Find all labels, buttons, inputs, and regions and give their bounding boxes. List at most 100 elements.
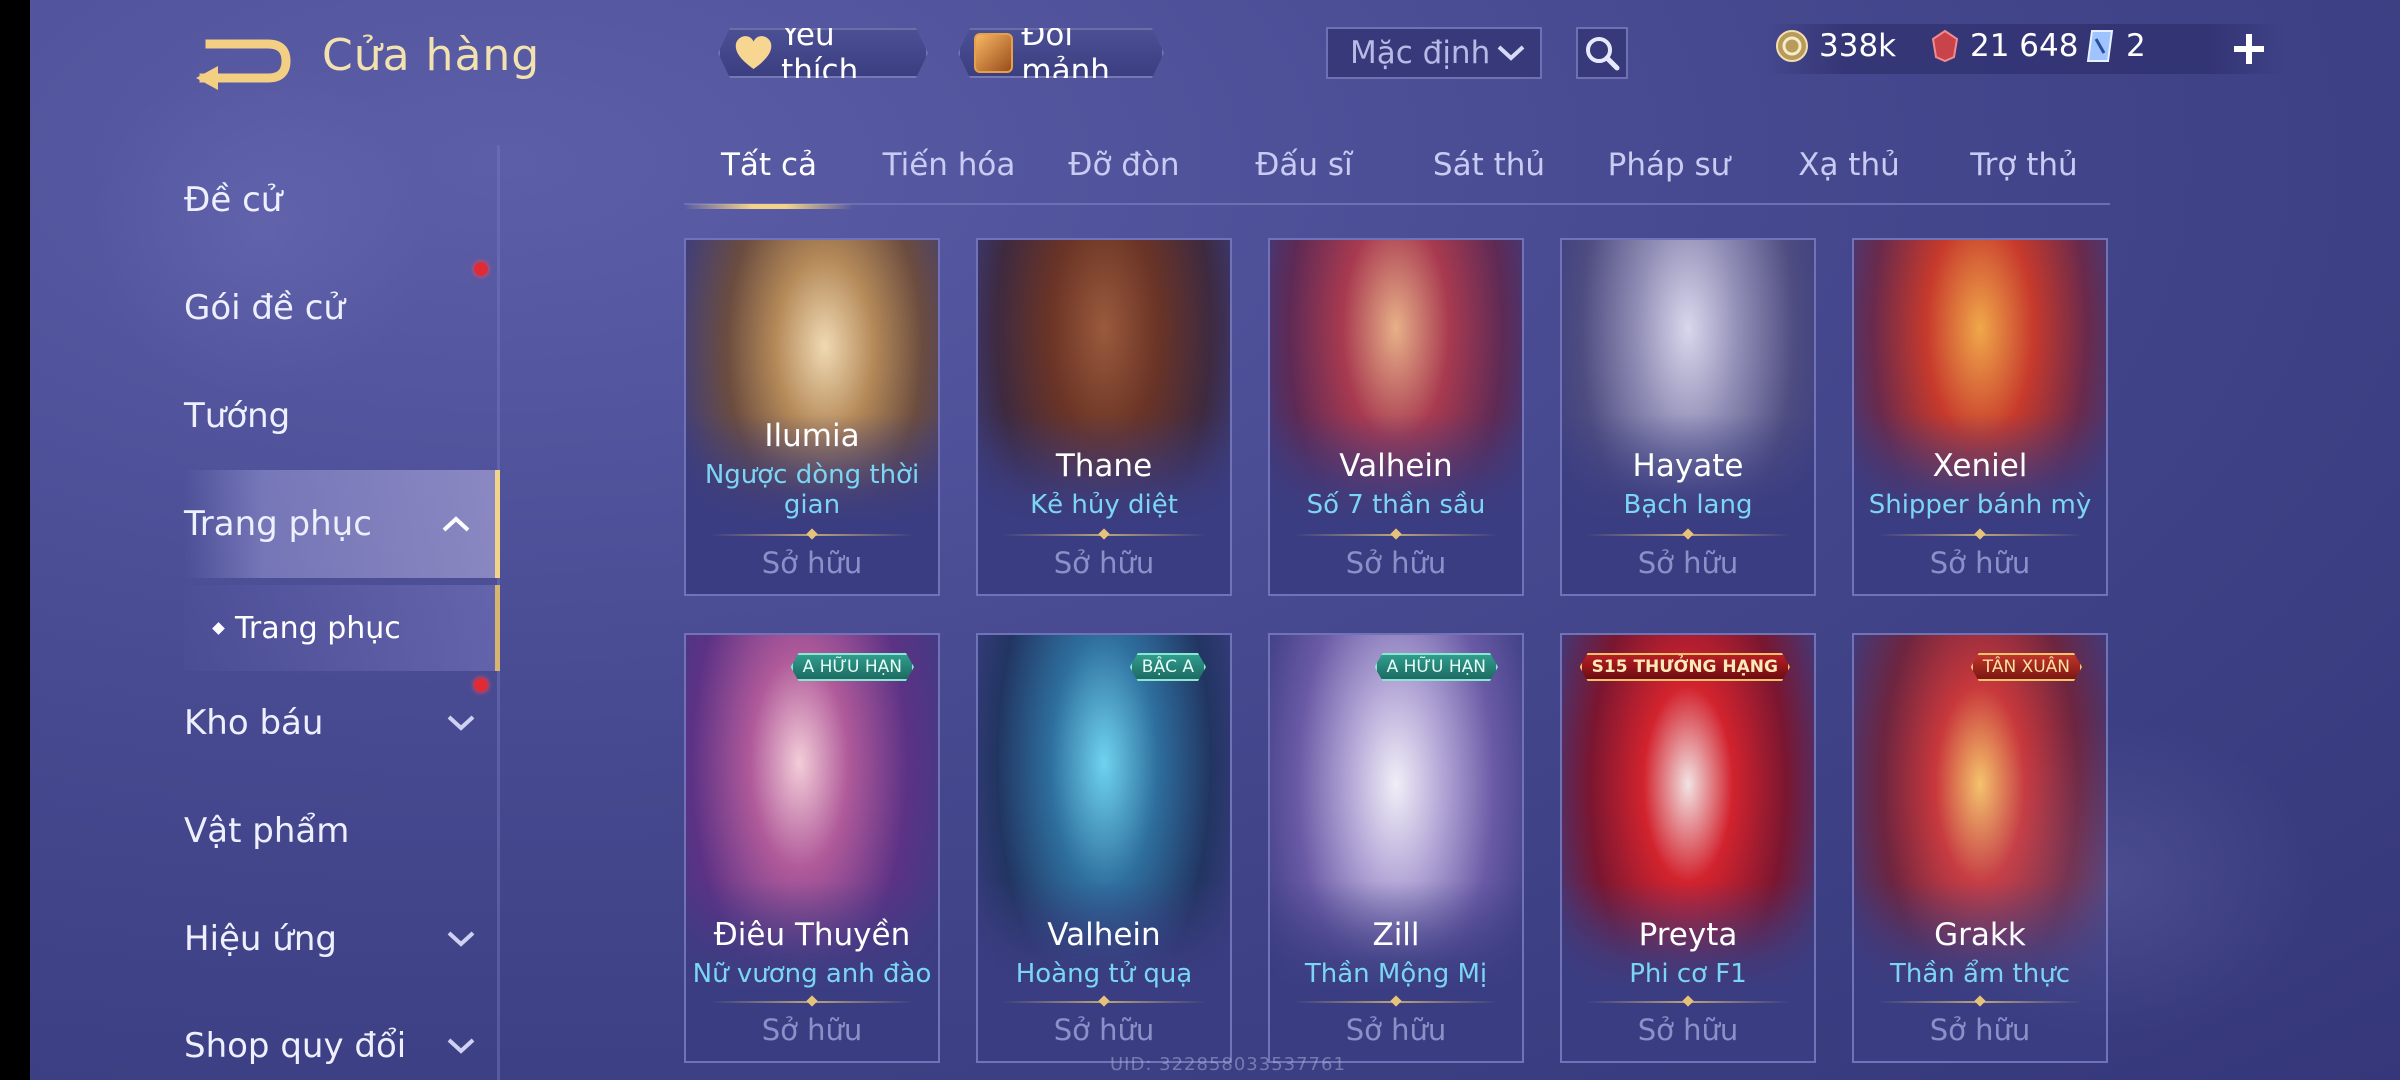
shop-screen: Cửa hàng Yêu thích Đổi mảnh Mặc định 338… bbox=[30, 0, 2400, 1080]
hero-name: Grakk bbox=[1934, 917, 2026, 953]
role-tabs: Tất cả Tiến hóa Đỡ đòn Đấu sĩ Sát thủ Ph… bbox=[684, 145, 2110, 209]
sidebar-item-label: Trang phục bbox=[184, 504, 372, 544]
card-divider bbox=[1294, 534, 1498, 536]
chevron-up-icon bbox=[441, 509, 471, 539]
hero-name: Valhein bbox=[1339, 448, 1453, 484]
user-id-text: UID: 322858033537761 bbox=[1110, 1054, 1346, 1075]
chevron-down-icon bbox=[446, 708, 476, 738]
shard-exchange-button[interactable]: Đổi mảnh bbox=[958, 28, 1164, 78]
skin-name: Nữ vương anh đào bbox=[692, 959, 932, 989]
skin-card[interactable]: A HỮU HẠN Điêu Thuyền Nữ vương anh đào S… bbox=[684, 633, 940, 1063]
hero-name: Ilumia bbox=[764, 418, 860, 454]
hero-name: Hayate bbox=[1632, 448, 1744, 484]
season-badge: S15 THƯỞNG HẠNG bbox=[1580, 653, 1790, 681]
skin-card[interactable]: Valhein Số 7 thần sầu Sở hữu bbox=[1268, 238, 1524, 596]
ruby-amount: 21 648 bbox=[1970, 28, 2079, 64]
voucher-amount: 2 bbox=[2126, 28, 2146, 64]
owned-status: Sở hữu bbox=[1345, 546, 1447, 580]
plus-icon bbox=[2234, 34, 2264, 64]
skin-name: Ngược dòng thời gian bbox=[704, 460, 920, 520]
favorites-label: Yêu thích bbox=[781, 17, 859, 89]
tab-tank[interactable]: Đỡ đòn bbox=[1044, 145, 1204, 205]
hero-name: Valhein bbox=[1047, 917, 1161, 953]
hero-name: Zill bbox=[1372, 917, 1420, 953]
card-divider bbox=[1878, 534, 2082, 536]
heart-icon bbox=[734, 33, 773, 73]
skin-card[interactable]: Xeniel Shipper bánh mỳ Sở hữu bbox=[1852, 238, 2108, 596]
skin-name: Bạch lang bbox=[1623, 490, 1753, 520]
sidebar-item-label: Vật phẩm bbox=[184, 811, 350, 851]
card-divider bbox=[1586, 534, 1790, 536]
sidebar-item-items[interactable]: Vật phẩm bbox=[184, 791, 500, 871]
skin-card[interactable]: BẬC A Valhein Hoàng tử quạ Sở hữu bbox=[976, 633, 1232, 1063]
hero-name: Preyta bbox=[1638, 917, 1738, 953]
card-divider bbox=[710, 1001, 914, 1003]
skin-name: Phi cơ F1 bbox=[1629, 959, 1747, 989]
sidebar-item-label: Shop quy đổi bbox=[184, 1026, 407, 1066]
skin-card[interactable]: Hayate Bạch lang Sở hữu bbox=[1560, 238, 1816, 596]
tab-assassin[interactable]: Sát thủ bbox=[1404, 145, 1574, 205]
search-button[interactable] bbox=[1576, 27, 1628, 79]
skin-card[interactable]: Ilumia Ngược dòng thời gian Sở hữu bbox=[684, 238, 940, 596]
ruby-gem-icon bbox=[1931, 29, 1959, 63]
sort-dropdown[interactable]: Mặc định bbox=[1326, 27, 1542, 79]
tab-mage[interactable]: Pháp sư bbox=[1584, 145, 1754, 205]
chevron-down-icon bbox=[1497, 45, 1525, 61]
tier-badge: BẬC A bbox=[1130, 653, 1206, 681]
sidebar-item-label: Gói đề cử bbox=[184, 288, 345, 328]
owned-status: Sở hữu bbox=[761, 546, 863, 580]
skin-name: Hoàng tử quạ bbox=[1015, 959, 1193, 989]
skin-card[interactable]: A HỮU HẠN Zill Thần Mộng Mị Sở hữu bbox=[1268, 633, 1524, 1063]
back-button[interactable] bbox=[190, 28, 300, 94]
ruby-balance: 21 648 bbox=[1930, 28, 2078, 64]
owned-status: Sở hữu bbox=[1053, 546, 1155, 580]
skin-name: Thần ẩm thực bbox=[1889, 959, 2070, 989]
card-divider bbox=[1586, 1001, 1790, 1003]
sidebar-item-heroes[interactable]: Tướng bbox=[184, 376, 500, 456]
owned-status: Sở hữu bbox=[1637, 1013, 1739, 1047]
voucher-icon bbox=[2086, 30, 2114, 62]
event-badge: TÂN XUÂN bbox=[1971, 653, 2082, 681]
owned-status: Sở hữu bbox=[1929, 1013, 2031, 1047]
sort-value: Mặc định bbox=[1350, 35, 1491, 71]
card-divider bbox=[1294, 1001, 1498, 1003]
sidebar-item-label: Kho báu bbox=[184, 703, 324, 743]
back-arrow-icon bbox=[196, 39, 291, 90]
owned-status: Sở hữu bbox=[761, 1013, 863, 1047]
shard-icon bbox=[974, 33, 1013, 73]
voucher-balance: 2 bbox=[2086, 28, 2146, 64]
card-divider bbox=[710, 534, 914, 536]
sidebar-item-treasure[interactable]: Kho báu bbox=[184, 683, 500, 763]
notification-dot bbox=[474, 262, 488, 276]
sidebar-item-featured-bundles[interactable]: Gói đề cử bbox=[184, 268, 500, 348]
gold-coin-icon bbox=[1776, 30, 1808, 62]
skin-name: Kẻ hủy diệt bbox=[1030, 490, 1178, 520]
owned-status: Sở hữu bbox=[1637, 546, 1739, 580]
sidebar-item-exchange-shop[interactable]: Shop quy đổi bbox=[184, 1006, 500, 1080]
skin-card[interactable]: TÂN XUÂN Grakk Thần ẩm thực Sở hữu bbox=[1852, 633, 2108, 1063]
sidebar-item-skins[interactable]: Trang phục bbox=[184, 470, 500, 578]
tab-marksman[interactable]: Xạ thủ bbox=[1769, 145, 1929, 205]
favorites-button[interactable]: Yêu thích bbox=[718, 28, 928, 78]
tab-all[interactable]: Tất cả bbox=[684, 145, 854, 209]
sidebar-item-label: Tướng bbox=[184, 396, 291, 436]
tab-evolution[interactable]: Tiến hóa bbox=[864, 145, 1034, 205]
tab-support[interactable]: Trợ thủ bbox=[1944, 145, 2104, 205]
shard-exchange-label: Đổi mảnh bbox=[1021, 17, 1110, 89]
sidebar-item-label: Đề cử bbox=[184, 180, 283, 220]
tab-fighter[interactable]: Đấu sĩ bbox=[1229, 145, 1379, 205]
add-currency-button[interactable] bbox=[2226, 26, 2272, 72]
skin-card[interactable]: S15 THƯỞNG HẠNG Preyta Phi cơ F1 Sở hữu bbox=[1560, 633, 1816, 1063]
gold-amount: 338k bbox=[1819, 28, 1897, 64]
card-divider bbox=[1002, 534, 1206, 536]
sidebar-item-featured[interactable]: Đề cử bbox=[184, 160, 500, 240]
skin-name: Thần Mộng Mị bbox=[1304, 959, 1488, 989]
owned-status: Sở hữu bbox=[1053, 1013, 1155, 1047]
hero-name: Thane bbox=[1055, 448, 1153, 484]
gold-balance: 338k bbox=[1775, 28, 1896, 64]
skin-card[interactable]: Thane Kẻ hủy diệt Sở hữu bbox=[976, 238, 1232, 596]
notification-dot bbox=[474, 678, 488, 692]
hero-name: Điêu Thuyền bbox=[713, 917, 911, 953]
sidebar-item-effects[interactable]: Hiệu ứng bbox=[184, 899, 500, 979]
sidebar-subitem-skins[interactable]: Trang phục bbox=[184, 585, 500, 671]
